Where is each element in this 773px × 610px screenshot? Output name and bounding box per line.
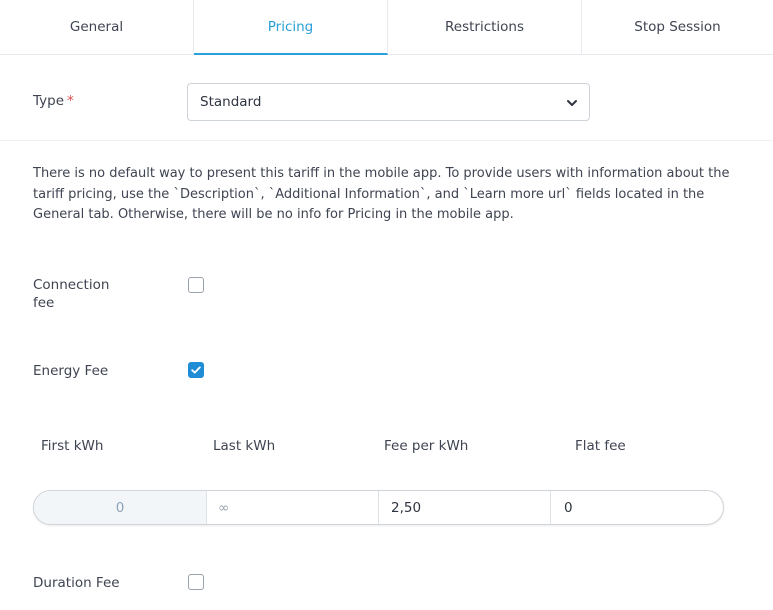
header-first-kwh: First kWh (41, 438, 104, 454)
duration-fee-checkbox[interactable] (188, 574, 204, 590)
connection-fee-checkbox[interactable] (188, 277, 204, 293)
type-select-value: Standard (200, 94, 262, 110)
header-fee-per-kwh: Fee per kWh (384, 438, 469, 454)
chevron-down-icon (567, 100, 577, 106)
flat-fee-input[interactable]: 0 (551, 491, 723, 524)
check-icon (191, 366, 201, 374)
energy-fee-row: 0 ∞ 2,50 0 (33, 490, 724, 525)
type-row: Type * Standard (0, 56, 773, 141)
energy-fee-checkbox[interactable] (188, 362, 204, 378)
tab-restrictions[interactable]: Restrictions (388, 0, 582, 55)
duration-fee-label: Duration Fee (33, 575, 120, 591)
tab-stop-session[interactable]: Stop Session (582, 0, 773, 55)
energy-fee-label: Energy Fee (33, 363, 109, 379)
type-select[interactable]: Standard (187, 83, 590, 121)
type-label-text: Type (33, 93, 65, 109)
type-label: Type * (33, 93, 74, 109)
last-kwh-input[interactable]: ∞ (207, 491, 379, 524)
connection-fee-label: Connection fee (33, 277, 110, 311)
tab-pricing[interactable]: Pricing (194, 0, 388, 55)
required-mark: * (67, 93, 74, 109)
first-kwh-input[interactable]: 0 (34, 491, 207, 524)
tab-general[interactable]: General (0, 0, 194, 55)
header-flat-fee: Flat fee (575, 438, 626, 454)
header-last-kwh: Last kWh (213, 438, 276, 454)
tab-bar: General Pricing Restrictions Stop Sessio… (0, 0, 773, 55)
fee-per-kwh-input[interactable]: 2,50 (379, 491, 551, 524)
pricing-info-text: There is no default way to present this … (33, 166, 730, 222)
